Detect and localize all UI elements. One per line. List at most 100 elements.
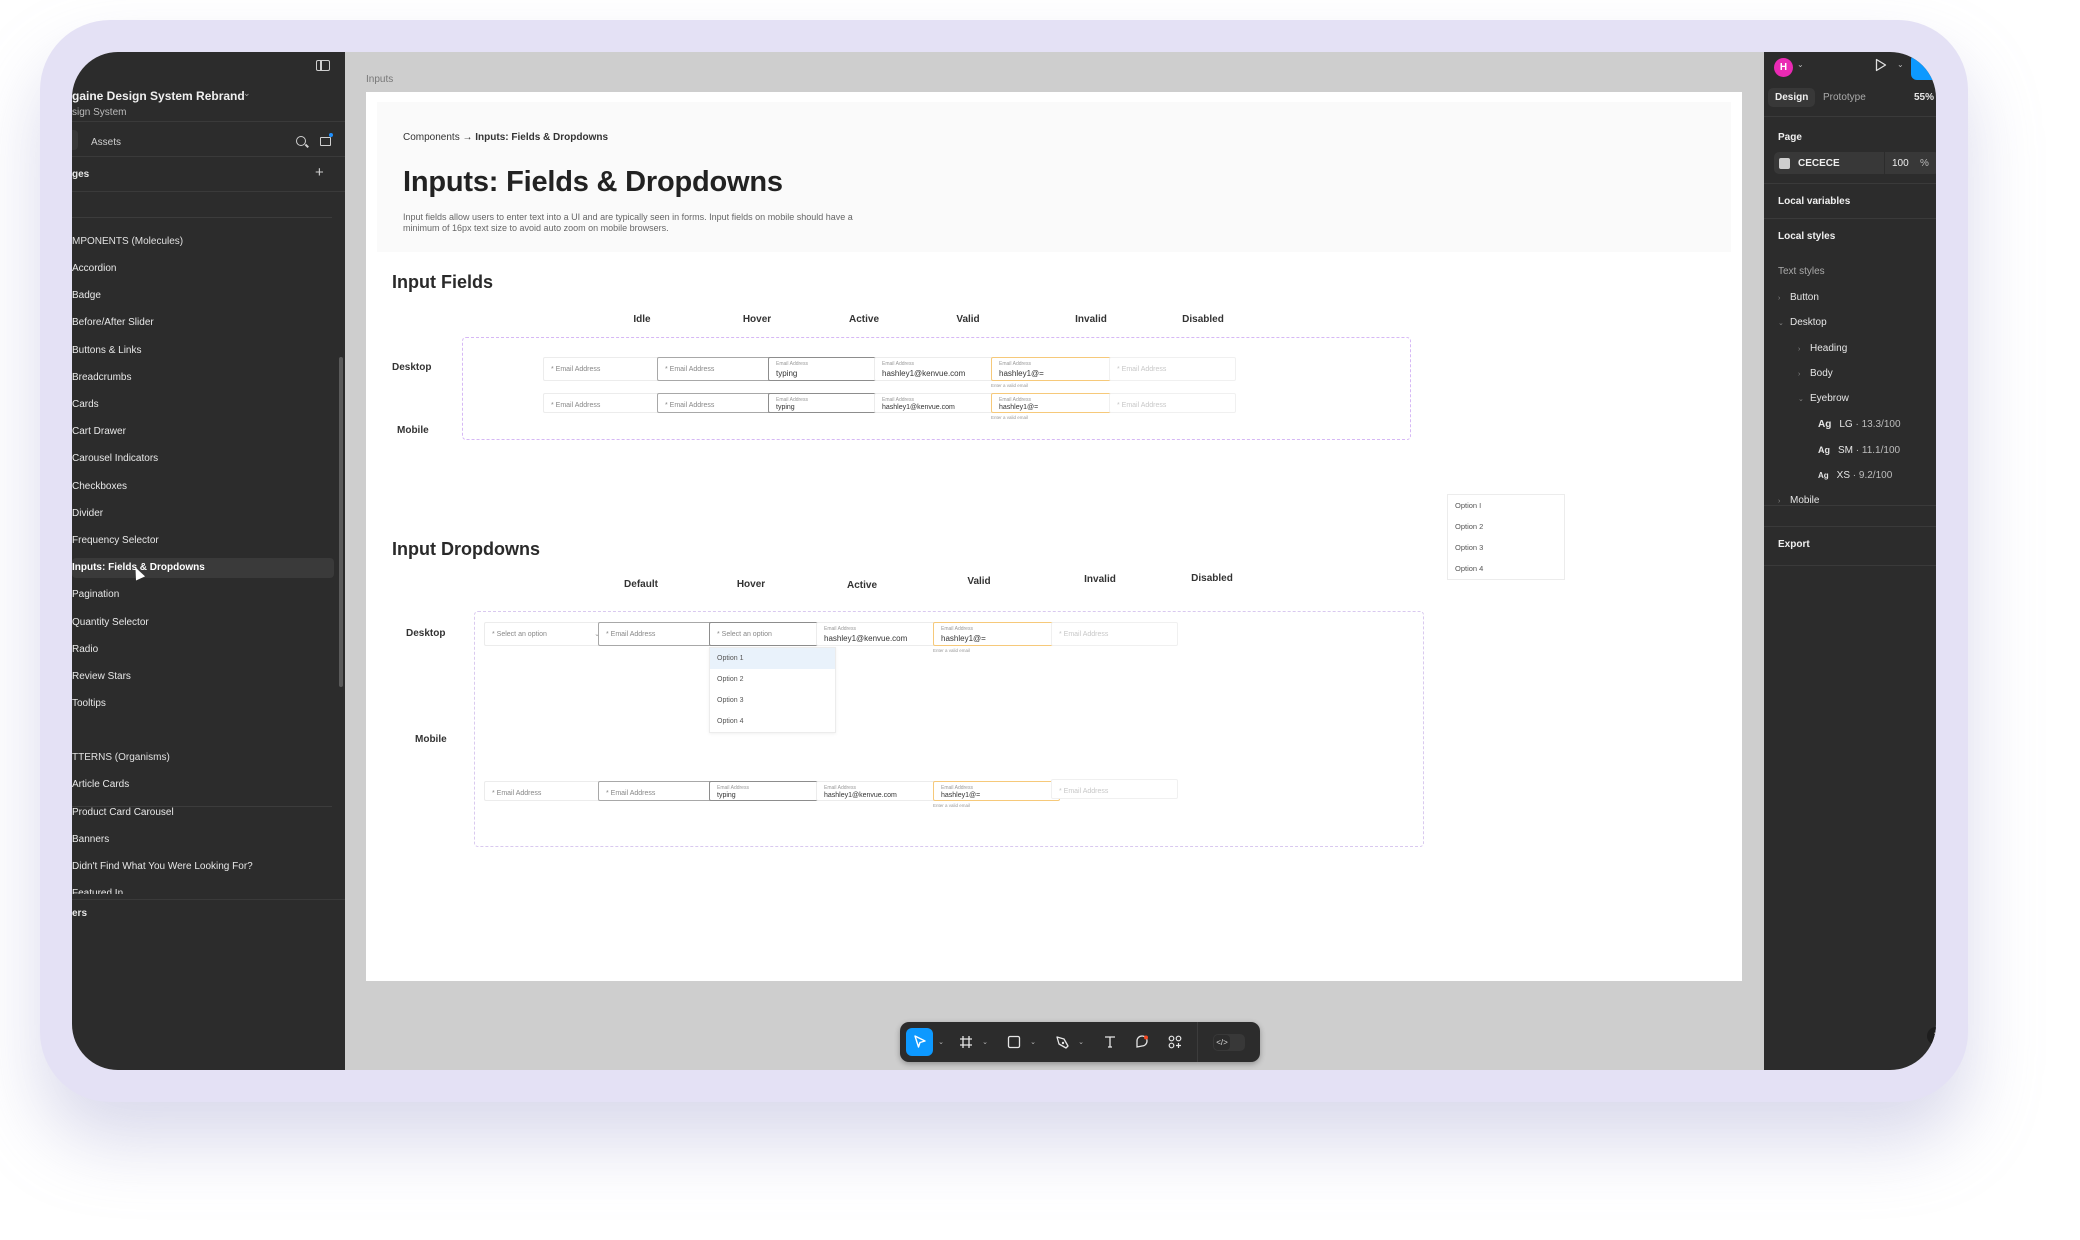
pen-tool-caret[interactable]: ⌄ (1076, 1028, 1086, 1056)
text-style-name: SM (1838, 444, 1853, 456)
sidebar-page-item[interactable]: Before/After Slider (72, 313, 334, 333)
text-style-item[interactable]: Ag SM · 11.1/100 (1818, 445, 1900, 456)
local-variables-label[interactable]: Local variables (1778, 196, 1850, 207)
rectangle-tool-button[interactable] (1004, 1028, 1024, 1056)
input-field-invalid[interactable]: Email Address hashley1@= (991, 393, 1118, 413)
actions-tool-button[interactable] (1165, 1028, 1185, 1056)
input-field-valid[interactable]: Email Address hashley1@kenvue.com (874, 357, 1001, 381)
sidebar-page-item[interactable]: Buttons & Links (72, 341, 334, 361)
inputs-frame[interactable]: Components → Inputs: Fields & Dropdowns … (366, 92, 1742, 981)
input-field-invalid[interactable]: Email Address hashley1@= (991, 357, 1118, 381)
sidebar-page-item[interactable]: Divider (72, 504, 334, 524)
floating-option[interactable]: Option 3 (1448, 537, 1564, 558)
library-icon[interactable] (320, 133, 333, 146)
sidebar-page-item[interactable]: Pagination (72, 585, 334, 605)
sidebar-page-item[interactable]: Inputs: Fields & Dropdowns (72, 558, 334, 579)
page-color-field[interactable]: CECECE 100 % (1774, 152, 1936, 174)
sidebar-page-item[interactable]: Quantity Selector (72, 613, 334, 633)
play-icon[interactable] (1875, 58, 1887, 72)
floating-option[interactable]: Option 4 (1448, 558, 1564, 579)
add-page-icon[interactable]: + (315, 164, 324, 181)
comment-tool-button[interactable] (1132, 1028, 1152, 1056)
page-section-title: Page (1778, 132, 1802, 143)
frame-tool-button[interactable] (956, 1028, 976, 1056)
sidebar-page-item[interactable]: Frequency Selector (72, 531, 334, 551)
sidebar-page-item[interactable]: Article Cards (72, 775, 334, 795)
color-swatch[interactable] (1779, 158, 1790, 169)
page-color-hex[interactable]: CECECE (1798, 158, 1840, 169)
move-tool-button[interactable] (906, 1028, 933, 1056)
input-field-idle[interactable]: * Email Address (543, 393, 670, 413)
dropdown-default[interactable]: * Select an option⌄ (484, 622, 611, 646)
chevron-down-icon[interactable]: ⌄ (1797, 60, 1804, 69)
sidebar-page-item[interactable]: Banners (72, 830, 334, 850)
sidebar-page-item[interactable]: Cards (72, 395, 334, 415)
sidebar-page-item[interactable]: Accordion (72, 259, 334, 279)
dropdown-option[interactable]: Option 3 (710, 690, 835, 711)
floating-option[interactable]: Option 2 (1448, 516, 1564, 537)
canvas[interactable]: Inputs Components → Inputs: Fields & Dro… (345, 52, 1764, 1070)
dropdown-option[interactable]: Option 4 (710, 711, 835, 732)
dropdown-valid[interactable]: Email Address hashley1@kenvue.com (816, 622, 943, 646)
frame-tool-caret[interactable]: ⌄ (980, 1028, 990, 1056)
panel-toggle-icon[interactable] (316, 60, 330, 71)
dev-mode-toggle[interactable]: </> (1213, 1034, 1245, 1051)
tab-assets[interactable]: Assets (91, 137, 121, 148)
sidebar-page-item[interactable]: Badge (72, 286, 334, 306)
export-label[interactable]: Export (1778, 539, 1810, 550)
dropdown-invalid[interactable]: Email Address hashley1@= (933, 622, 1060, 646)
sidebar-scrollbar[interactable] (339, 357, 343, 687)
sidebar-page-item[interactable]: Tooltips (72, 694, 334, 714)
rectangle-tool-caret[interactable]: ⌄ (1028, 1028, 1038, 1056)
style-group-mobile[interactable]: › Mobile (1778, 495, 1819, 506)
page-section-heading[interactable]: TTERNS (Organisms) (72, 748, 334, 768)
sidebar-page-item[interactable]: Didn't Find What You Were Looking For? (72, 857, 334, 877)
dropdown-option[interactable]: Option 2 (710, 669, 835, 690)
input-field-hover[interactable]: * Email Address (657, 393, 784, 413)
input-field-idle[interactable]: * Email Address (543, 357, 670, 381)
dropdown-mobile-disabled: * Email Address (1051, 779, 1178, 799)
sidebar-page-item[interactable]: Radio (72, 640, 334, 660)
page-opacity[interactable]: 100 (1892, 158, 1909, 169)
export-section[interactable]: Export (1764, 526, 1936, 566)
zoom-level[interactable]: 55% (1914, 92, 1934, 103)
avatar[interactable]: H (1774, 58, 1793, 77)
sidebar-page-item[interactable]: Review Stars (72, 667, 334, 687)
local-variables-section[interactable]: Local variables (1764, 184, 1936, 219)
frame-label[interactable]: Inputs (366, 74, 393, 85)
text-style-item[interactable]: Ag XS · 9.2/100 (1818, 470, 1892, 481)
pen-tool-button[interactable] (1052, 1028, 1072, 1056)
chevron-down-icon[interactable]: ⌄ (1897, 60, 1904, 69)
dropdown-mobile-default[interactable]: * Email Address (484, 781, 611, 801)
search-icon[interactable] (296, 136, 306, 146)
style-group-desktop[interactable]: ⌄ Desktop (1778, 317, 1827, 328)
text-style-item[interactable]: Ag LG · 13.3/100 (1818, 419, 1901, 430)
sidebar-page-item[interactable]: Breadcrumbs (72, 368, 334, 388)
input-field-valid[interactable]: Email Address hashley1@kenvue.com (874, 393, 1001, 413)
tab-file[interactable] (72, 130, 78, 150)
input-field-hover[interactable]: * Email Address (657, 357, 784, 381)
sidebar-page-item[interactable]: Carousel Indicators (72, 449, 334, 469)
style-group-button[interactable]: › Button (1778, 292, 1819, 303)
sidebar-page-item[interactable]: Featured In (72, 884, 334, 894)
style-group-eyebrow[interactable]: ⌄ Eyebrow (1798, 393, 1849, 404)
move-tool-caret[interactable]: ⌄ (936, 1028, 946, 1056)
style-group-body[interactable]: › Body (1798, 368, 1833, 379)
page-section-heading[interactable]: MPONENTS (Molecules) (72, 232, 334, 252)
sidebar-page-item[interactable]: Cart Drawer (72, 422, 334, 442)
tab-design[interactable]: Design (1768, 88, 1816, 107)
chevron-down-icon[interactable]: ⌄ (243, 88, 251, 99)
floating-option[interactable]: Option I (1448, 495, 1564, 516)
dropdown-mobile-invalid[interactable]: Email Address hashley1@= (933, 781, 1060, 801)
text-tool-button[interactable] (1100, 1028, 1120, 1056)
project-title[interactable]: gaine Design System Rebrand (72, 89, 245, 103)
tab-prototype[interactable]: Prototype (1823, 92, 1866, 103)
dropdown-mobile-hover[interactable]: * Email Address (598, 781, 725, 801)
sidebar-page-item[interactable]: Checkboxes (72, 477, 334, 497)
dropdown-mobile-valid[interactable]: Email Address hashley1@kenvue.com (816, 781, 943, 801)
help-button[interactable]: ? (1927, 1027, 1936, 1045)
style-group-heading[interactable]: › Heading (1798, 343, 1847, 354)
share-button[interactable] (1911, 54, 1936, 80)
dropdown-hover[interactable]: * Email Address⌄ (598, 622, 725, 646)
dropdown-option[interactable]: Option 1 (710, 648, 835, 669)
